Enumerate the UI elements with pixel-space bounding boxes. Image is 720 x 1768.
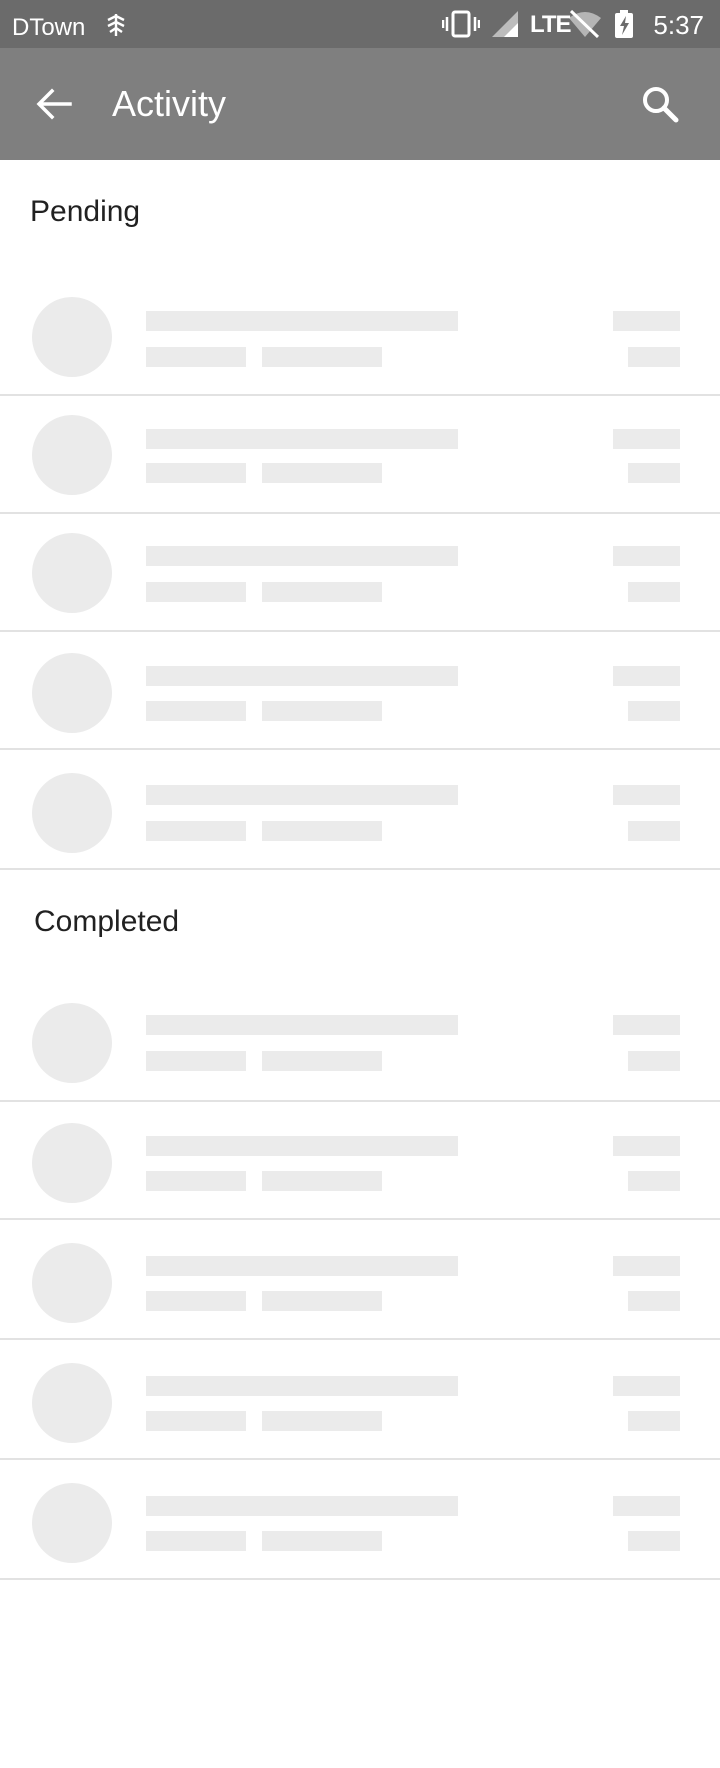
amount-placeholder [613,546,680,566]
loading-row [0,984,720,1102]
date-placeholder [628,463,680,483]
amount-placeholder [613,1376,680,1396]
avatar-placeholder [32,533,112,613]
subtitle-placeholder [262,1531,382,1551]
section-header-completed: Completed [34,905,180,938]
battery-charging-icon [615,10,633,38]
wifi-off-icon [569,10,601,38]
subtitle-placeholder [146,582,246,602]
subtitle-placeholder [262,463,382,483]
title-placeholder [146,311,458,331]
loading-row [0,632,720,750]
avatar-placeholder [32,415,112,495]
title-placeholder [146,1256,458,1276]
loading-row [0,1462,720,1580]
subtitle-placeholder [146,1411,246,1431]
date-placeholder [628,582,680,602]
title-placeholder [146,1015,458,1035]
subtitle-placeholder [146,1291,246,1311]
amount-placeholder [613,311,680,331]
loading-row [0,1342,720,1460]
subtitle-placeholder [262,701,382,721]
title-placeholder [146,1496,458,1516]
page-title: Activity [112,83,227,124]
status-bar: DTown LTE 5:37 [0,0,720,48]
subtitle-placeholder [146,1171,246,1191]
title-placeholder [146,1136,458,1156]
avatar-placeholder [32,1363,112,1443]
date-placeholder [628,701,680,721]
subtitle-placeholder [146,701,246,721]
section-header-pending: Pending [30,195,141,228]
title-placeholder [146,785,458,805]
app-bar: Activity [0,48,720,160]
back-button[interactable] [30,80,78,128]
date-placeholder [628,1531,680,1551]
loading-row [0,1102,720,1220]
amount-placeholder [613,1136,680,1156]
subtitle-placeholder [262,1171,382,1191]
vibrate-icon [442,10,480,38]
avatar-placeholder [32,1123,112,1203]
search-button[interactable] [636,80,684,128]
carrier-name: DTown [12,14,86,41]
subtitle-placeholder [146,347,246,367]
subtitle-placeholder [262,1291,382,1311]
arrow-back-icon [36,88,72,120]
cell-signal-icon [492,11,518,37]
avatar-placeholder [32,653,112,733]
amount-placeholder [613,666,680,686]
search-icon [643,87,679,123]
subtitle-placeholder [146,1051,246,1071]
subtitle-placeholder [262,1411,382,1431]
subtitle-placeholder [262,821,382,841]
avatar-placeholder [32,297,112,377]
avatar-placeholder [32,773,112,853]
amount-placeholder [613,1496,680,1516]
avatar-placeholder [32,1003,112,1083]
avatar-placeholder [32,1483,112,1563]
subtitle-placeholder [262,582,382,602]
loading-row [0,278,720,396]
clock: 5:37 [653,10,704,40]
amount-placeholder [613,1256,680,1276]
date-placeholder [628,1411,680,1431]
loading-row [0,1222,720,1340]
subtitle-placeholder [262,1051,382,1071]
subtitle-placeholder [146,463,246,483]
title-placeholder [146,546,458,566]
title-placeholder [146,1376,458,1396]
date-placeholder [628,1051,680,1071]
title-placeholder [146,666,458,686]
subtitle-placeholder [262,347,382,367]
date-placeholder [628,821,680,841]
date-placeholder [628,1171,680,1191]
amount-placeholder [613,1015,680,1035]
loading-row [0,514,720,632]
loading-row [0,396,720,514]
loading-row [0,752,720,870]
subtitle-placeholder [146,1531,246,1551]
date-placeholder [628,347,680,367]
lte-icon: LTE [530,11,572,38]
date-placeholder [628,1291,680,1311]
amount-placeholder [613,785,680,805]
subtitle-placeholder [146,821,246,841]
avatar-placeholder [32,1243,112,1323]
amount-placeholder [613,429,680,449]
title-placeholder [146,429,458,449]
signal-broadcast-icon [107,14,125,36]
